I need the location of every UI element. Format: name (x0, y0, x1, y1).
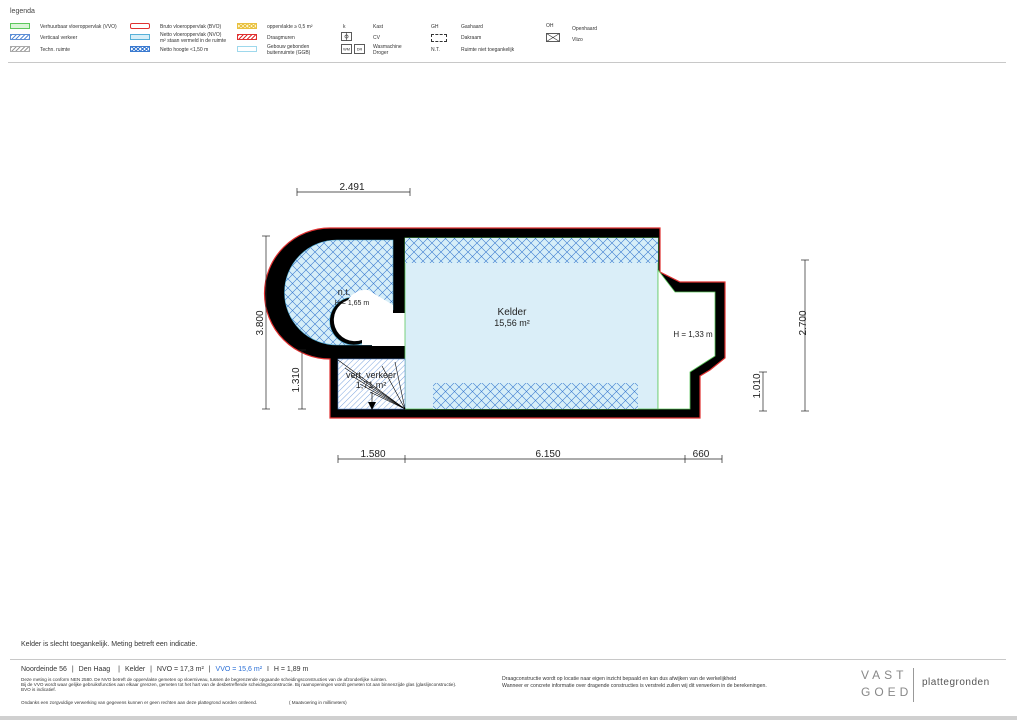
right-height: H = 1,33 m (673, 330, 713, 339)
sep: | (71, 666, 74, 673)
brand-logo-line2: GOED (861, 685, 913, 699)
vert-area: 1,71 m² (356, 380, 387, 390)
dim-bottom-2: 6.150 (535, 449, 560, 460)
footer-nvo: NVO = 17,3 m² (156, 666, 204, 673)
kelder-name: Kelder (498, 307, 528, 318)
brand-logo-line1: VAST (861, 668, 908, 682)
measure-note: ( Maatvoering in millimeters) (289, 700, 347, 705)
sep: | (118, 666, 120, 673)
dim-bottom-3: 660 (693, 449, 710, 460)
kelder-bottom-hatch (433, 383, 638, 409)
disclaimer-thanks: Ondanks een zorgvuldige verwerking van g… (21, 700, 258, 705)
sep: | (208, 666, 211, 673)
footer-floor: Kelder (124, 666, 146, 673)
kelder-area: 15,56 m² (494, 318, 530, 328)
bottom-bar (0, 716, 1017, 720)
dim-left-lower: 1.310 (291, 367, 302, 392)
footer-divider (10, 659, 1006, 660)
nt-height: H = 1,65 m (335, 300, 370, 307)
note-text: Kelder is slecht toegankelijk. Meting be… (21, 641, 198, 648)
footer-vvo: VVO = 15,6 m² (215, 666, 263, 673)
brand-name: plattegronden (922, 677, 990, 688)
footer-address: Noordeinde 56 (21, 666, 67, 673)
construction-1: Draagconstructie wordt op locatie naar e… (502, 676, 737, 682)
dim-bottom-1: 1.580 (360, 449, 385, 460)
disclaimer-3: BVO is indicatief. (21, 687, 56, 692)
floor-plan: n.t. H = 1,65 m Kelder 15,56 m² H = 1,33… (255, 182, 809, 463)
dim-left-total: 3.800 (255, 310, 266, 335)
kelder-top-hatch (405, 238, 658, 263)
dim-right-total: 2.700 (798, 310, 809, 335)
nt-label: n.t. (338, 287, 351, 297)
construction-2: Wanneer er concrete informatie over drag… (502, 683, 767, 689)
footer-city: Den Haag (78, 666, 111, 673)
footer-height: H = 1,89 m (273, 666, 309, 673)
brand-divider (913, 668, 914, 702)
sep: I (266, 666, 269, 673)
footer-summary: Noordeinde 56 | Den Haag | Kelder | NVO … (21, 666, 308, 673)
dim-top: 2.491 (339, 182, 364, 193)
vert-name: vert. verkeer (346, 370, 396, 380)
sep: | (150, 666, 152, 673)
dim-right-lower: 1.010 (752, 373, 763, 398)
disclaimer-2: Bij de VVO wordt waar gelijke gebruiksfu… (21, 682, 457, 687)
passage-white (372, 313, 405, 346)
